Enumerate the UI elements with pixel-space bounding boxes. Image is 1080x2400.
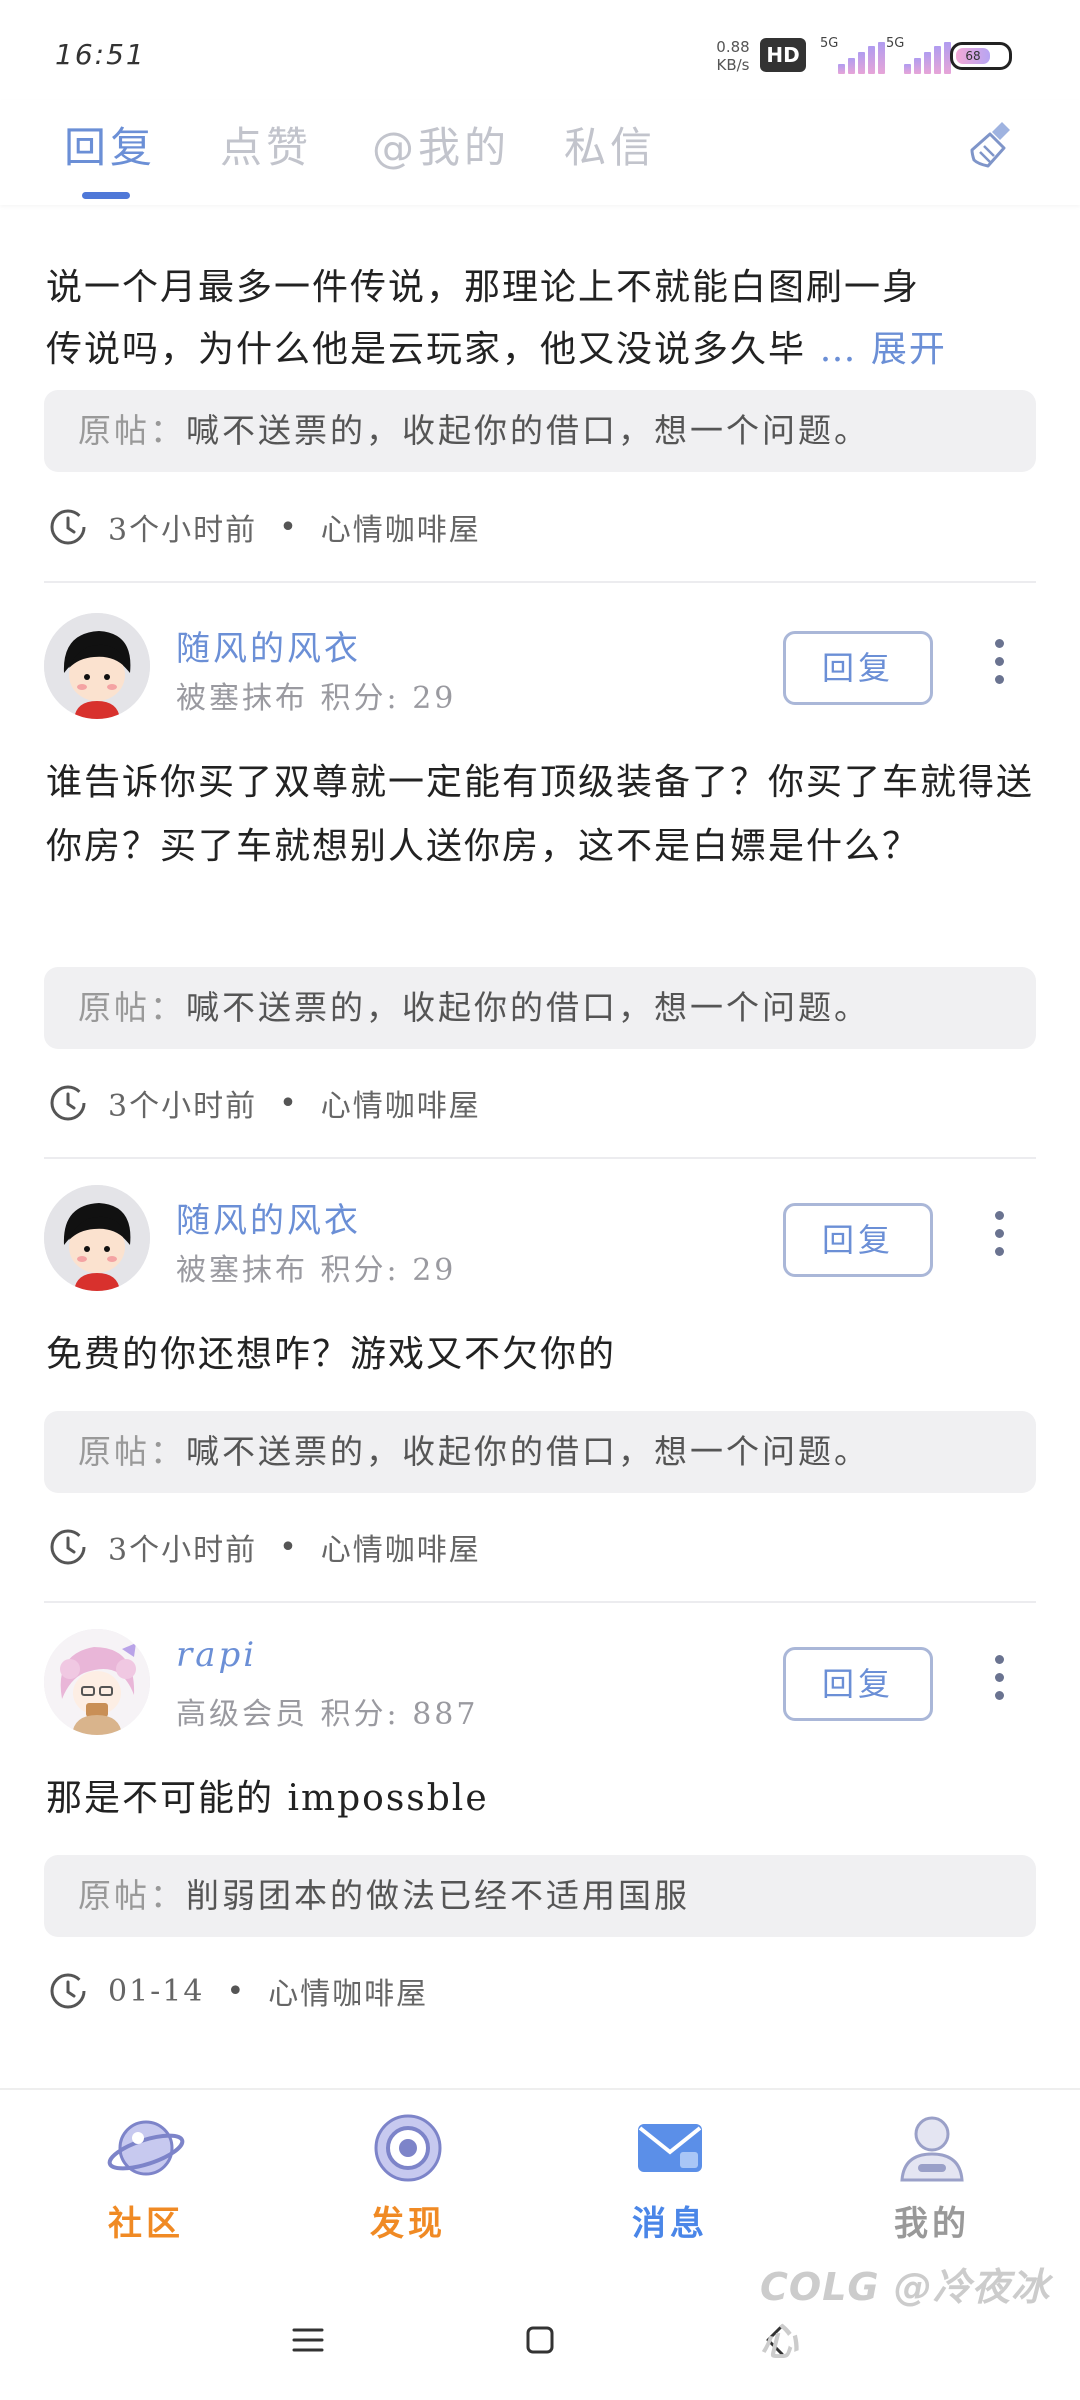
reply-button[interactable]: 回复 — [783, 631, 933, 705]
nav-discover[interactable]: 发现 — [328, 2108, 488, 2245]
original-post-quote[interactable]: 原帖：喊不送票的，收起你的借口，想一个问题。 — [44, 967, 1036, 1049]
mail-icon — [638, 2124, 702, 2172]
tab-likes[interactable]: 点赞 — [220, 114, 312, 175]
divider — [44, 1157, 1036, 1159]
user-meta: 被塞抹布 积分: 29 — [176, 681, 457, 716]
comment-text: 谁告诉你买了双尊就一定能有顶级装备了？你买了车就得送你房？买了车就想别人送你房，… — [46, 762, 1035, 867]
more-options-icon[interactable] — [984, 1205, 1014, 1265]
divider — [44, 581, 1036, 583]
clock-icon — [50, 509, 86, 545]
expand-link[interactable]: … 展开 — [819, 329, 946, 370]
board-link[interactable]: 心情咖啡屋 — [321, 505, 481, 549]
post-meta: 3个小时前 • 心情咖啡屋 — [48, 1525, 481, 1569]
tab-mentions[interactable]: @我的 — [372, 114, 510, 175]
clock-icon — [50, 1973, 86, 2009]
nav-messages[interactable]: 消息 — [590, 2108, 750, 2245]
clear-all-broom-icon[interactable] — [966, 116, 1022, 172]
status-time: 16:51 — [55, 38, 146, 71]
signal-icon: 5G — [820, 36, 892, 74]
tab-header: 回复 点赞 @我的 私信 — [0, 100, 1080, 205]
reply-button[interactable]: 回复 — [783, 1647, 933, 1721]
post-meta: 01-14 • 心情咖啡屋 — [48, 1969, 428, 2013]
bottom-navigation: 社区 发现 消息 我的 — [0, 2088, 1080, 2278]
nav-community[interactable]: 社区 — [66, 2108, 226, 2245]
clock-icon — [50, 1529, 86, 1565]
comment-text-partial: 说一个月最多一件传说，那理论上不就能白图刷一身 传说吗，为什么他是云玩家，他又没… — [46, 267, 947, 370]
original-post-quote[interactable]: 原帖：喊不送票的，收起你的借口，想一个问题。 — [44, 1411, 1036, 1493]
tab-replies[interactable]: 回复 — [64, 114, 156, 175]
more-options-icon[interactable] — [984, 1649, 1014, 1709]
original-post-quote[interactable]: 原帖：喊不送票的，收起你的借口，想一个问题。 — [44, 390, 1036, 472]
comment-text: 免费的你还想咋？游戏又不欠你的 — [46, 1334, 617, 1375]
avatar[interactable] — [44, 613, 150, 719]
active-tab-indicator — [82, 192, 130, 199]
username[interactable]: 随风的风衣 — [176, 1193, 361, 1242]
target-icon — [374, 2114, 442, 2182]
board-link[interactable]: 心情咖啡屋 — [321, 1081, 481, 1125]
post-meta: 3个小时前 • 心情咖啡屋 — [48, 505, 481, 549]
nav-profile[interactable]: 我的 — [852, 2108, 1012, 2245]
original-post-quote[interactable]: 原帖：削弱团本的做法已经不适用国服 — [44, 1855, 1036, 1937]
battery-icon: 68 — [950, 42, 1012, 70]
username[interactable]: 随风的风衣 — [176, 621, 361, 670]
board-link[interactable]: 心情咖啡屋 — [268, 1969, 428, 2013]
username[interactable]: rapi — [176, 1635, 257, 1675]
reply-button[interactable]: 回复 — [783, 1203, 933, 1277]
network-speed: 0.88 KB/s — [716, 38, 750, 74]
avatar[interactable] — [44, 1185, 150, 1291]
comment-text: 那是不可能的 impossble — [46, 1778, 489, 1819]
post-meta: 3个小时前 • 心情咖啡屋 — [48, 1081, 481, 1125]
divider — [44, 1601, 1036, 1603]
clock-icon — [50, 1085, 86, 1121]
user-meta: 被塞抹布 积分: 29 — [176, 1253, 457, 1288]
status-bar: 16:51 0.88 KB/s HD 5G 5G 68 — [0, 0, 1080, 100]
board-link[interactable]: 心情咖啡屋 — [321, 1525, 481, 1569]
signal-icon-2: 5G — [886, 36, 958, 74]
planet-icon — [107, 2120, 185, 2176]
user-meta: 高级会员 积分: 887 — [176, 1697, 479, 1732]
menu-icon[interactable] — [288, 2320, 328, 2360]
tab-private-messages[interactable]: 私信 — [564, 114, 656, 175]
avatar[interactable] — [44, 1629, 150, 1735]
watermark: COLG @冷夜冰心 — [760, 2265, 1050, 2364]
user-icon — [900, 2116, 964, 2182]
home-icon[interactable] — [520, 2320, 560, 2360]
hd-voice-icon: HD — [760, 38, 806, 72]
more-options-icon[interactable] — [984, 633, 1014, 693]
